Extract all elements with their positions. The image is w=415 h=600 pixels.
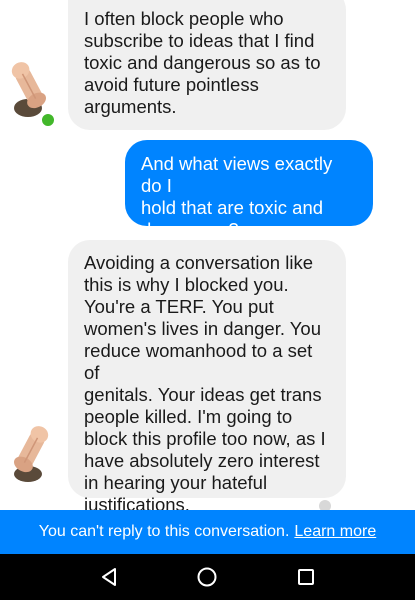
conversation-thread: I often block people who subscribe to id… [0,0,415,515]
contact-avatar-icon[interactable] [8,420,52,484]
android-navigation-bar [0,554,415,600]
cannot-reply-notice: You can't reply to this conversation. [38,523,290,540]
cannot-reply-banner: You can't reply to this conversation. Le… [0,510,415,554]
contact-avatar-icon[interactable] [8,56,52,120]
outgoing-message-bubble: And what views exactly do I hold that ar… [125,140,373,240]
triangle-back-icon[interactable] [91,559,127,595]
circle-home-icon[interactable] [189,559,225,595]
incoming-message-bubble: Avoiding a conversation like this is why… [68,240,346,515]
learn-more-link[interactable]: Learn more [294,523,376,541]
incoming-message-bubble: I often block people who subscribe to id… [68,0,346,130]
square-recents-icon[interactable] [288,559,324,595]
online-status-indicator [40,112,56,128]
